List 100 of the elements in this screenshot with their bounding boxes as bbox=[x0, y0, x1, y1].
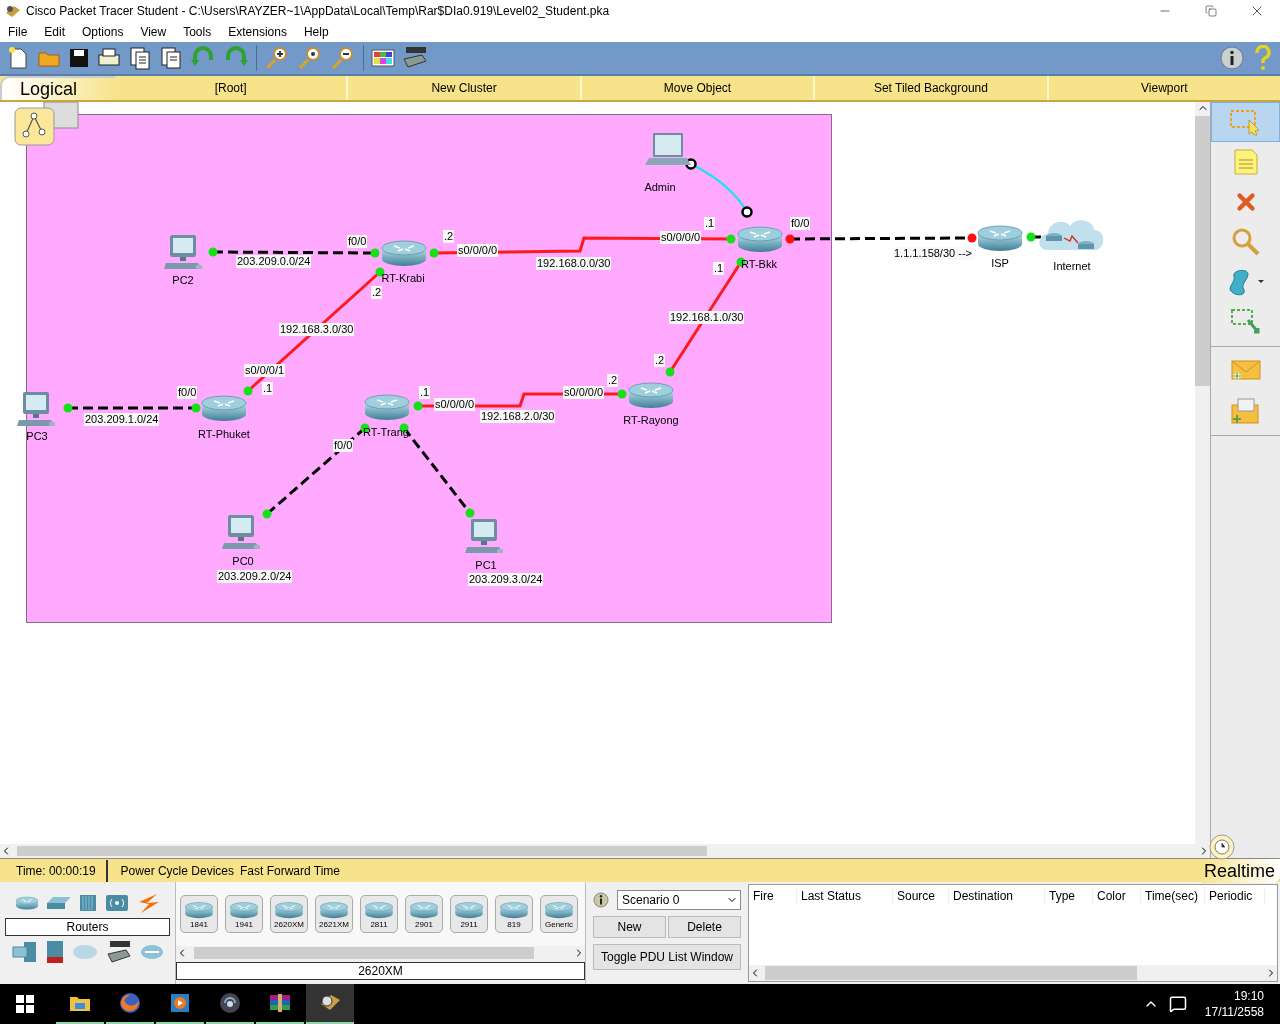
link-label: 203.209.3.0/24 bbox=[468, 573, 544, 586]
time-action-button[interactable]: Power Cycle Devices bbox=[120, 861, 234, 880]
end-device-category-icon[interactable] bbox=[11, 941, 38, 963]
wireless-category-icon[interactable] bbox=[104, 894, 129, 912]
menu-item[interactable]: Help bbox=[303, 23, 329, 41]
archive-books-icon bbox=[269, 993, 291, 1013]
help-icon[interactable] bbox=[1254, 45, 1272, 71]
vertical-scrollbar[interactable] bbox=[1195, 102, 1210, 844]
security-category-icon[interactable] bbox=[45, 940, 64, 964]
zoom-in-icon[interactable] bbox=[264, 46, 290, 70]
window-title: Cisco Packet Tracer Student - C:\Users\RAYZER~1\AppData\Local\Temp\Rar$DIa0.919\Level02_Student.pka bbox=[26, 3, 610, 20]
device-name: Internet bbox=[1053, 260, 1091, 273]
zoom-out-icon[interactable] bbox=[330, 46, 356, 70]
app-icon bbox=[4, 3, 22, 19]
clock-icon[interactable] bbox=[1208, 833, 1236, 861]
link-label: f0/0 bbox=[177, 386, 198, 399]
logical-view-icon[interactable] bbox=[14, 102, 80, 146]
router-model-button[interactable]: 2621XM bbox=[315, 895, 353, 933]
menu-item[interactable]: View bbox=[140, 23, 167, 41]
workspace-button[interactable]: [Root] bbox=[115, 76, 347, 100]
info-icon[interactable] bbox=[593, 892, 609, 908]
router-model-button[interactable]: 2620XM bbox=[270, 895, 308, 933]
switch-category-icon[interactable] bbox=[46, 897, 71, 909]
router-icon bbox=[499, 899, 529, 920]
link-label: 1.1.1.158/30 --> bbox=[893, 247, 973, 260]
paste-icon[interactable] bbox=[159, 46, 183, 70]
router-icon bbox=[409, 899, 439, 920]
scenario-dropdown[interactable]: Scenario 0 bbox=[617, 890, 741, 910]
clock-date: 17/11/2558 bbox=[1204, 1004, 1264, 1020]
router-model-button[interactable]: 819 bbox=[495, 895, 533, 933]
note-icon bbox=[1232, 148, 1259, 176]
hub-category-icon[interactable] bbox=[78, 894, 97, 912]
link-label: s0/0/0/0 bbox=[457, 244, 499, 257]
time-action-button[interactable]: Fast Forward Time bbox=[240, 861, 340, 880]
link-label: f0/0 bbox=[790, 217, 811, 230]
copy-icon[interactable] bbox=[128, 46, 152, 70]
menu-item[interactable]: Options bbox=[82, 23, 124, 41]
laptop-icon bbox=[645, 132, 691, 168]
device-name: RT-Krabi bbox=[381, 272, 425, 285]
restore-icon bbox=[1205, 5, 1217, 17]
scenario-button[interactable]: Delete bbox=[668, 916, 741, 938]
windows-start-icon[interactable] bbox=[16, 995, 34, 1013]
zoom-reset-icon[interactable] bbox=[297, 46, 323, 70]
router-icon bbox=[454, 899, 484, 920]
router-model-button[interactable]: Generic bbox=[540, 895, 578, 933]
link-label: .2 bbox=[443, 230, 455, 243]
column-header: Color bbox=[1093, 887, 1141, 905]
palette-icon[interactable] bbox=[371, 48, 395, 68]
router-icon bbox=[229, 899, 259, 920]
save-icon[interactable] bbox=[68, 47, 90, 69]
menu-item[interactable]: Edit bbox=[44, 23, 66, 41]
router-model-button[interactable]: 2811 bbox=[360, 895, 398, 933]
notification-icon[interactable] bbox=[1168, 995, 1187, 1013]
menu-item[interactable]: File bbox=[8, 23, 28, 41]
device-name: PC0 bbox=[232, 555, 254, 568]
link-label: f0/0 bbox=[347, 235, 368, 248]
device-name: PC3 bbox=[26, 430, 48, 443]
media-player-icon bbox=[170, 993, 190, 1013]
workspace-button[interactable]: New Cluster bbox=[346, 76, 580, 100]
link-label: .1 bbox=[419, 386, 431, 399]
custom-device-icon[interactable] bbox=[105, 940, 132, 964]
workspace-button[interactable]: Viewport bbox=[1046, 76, 1280, 100]
link-label: .1 bbox=[704, 217, 716, 230]
link-label: s0/0/0/1 bbox=[244, 364, 286, 377]
device-name: ISP bbox=[991, 257, 1009, 270]
horizontal-scrollbar[interactable] bbox=[0, 844, 1210, 858]
router-model-button[interactable]: 1941 bbox=[225, 895, 263, 933]
taskbar-app[interactable] bbox=[306, 984, 354, 1024]
router-model-button[interactable]: 2911 bbox=[450, 895, 488, 933]
router-model-button[interactable]: 2901 bbox=[405, 895, 443, 933]
router-category-icon bbox=[14, 895, 39, 911]
router-icon bbox=[184, 899, 214, 920]
menu-item[interactable]: Extensions bbox=[228, 23, 287, 41]
router-icon bbox=[364, 899, 394, 920]
column-header: Type bbox=[1045, 887, 1093, 905]
globe-icon bbox=[119, 992, 141, 1014]
link-label: .2 bbox=[607, 374, 619, 387]
resize-select-icon bbox=[1229, 308, 1262, 336]
multiuser-icon[interactable] bbox=[139, 944, 164, 960]
info-icon[interactable] bbox=[1220, 46, 1244, 70]
workspace-button[interactable]: Set Tiled Background bbox=[813, 76, 1047, 100]
headset-app-icon bbox=[219, 992, 241, 1014]
link-label: .1 bbox=[262, 382, 274, 395]
menu-item[interactable]: Tools bbox=[183, 23, 212, 41]
column-header: Source bbox=[893, 887, 949, 905]
logical-tab[interactable]: Logical bbox=[0, 76, 115, 100]
new-file-icon[interactable] bbox=[6, 46, 30, 70]
router-icon bbox=[976, 223, 1024, 253]
router-icon bbox=[380, 238, 428, 268]
scenario-button[interactable]: New bbox=[593, 916, 666, 938]
realtime-tab[interactable]: Realtime bbox=[1202, 858, 1280, 883]
clock-time: 19:10 bbox=[1233, 988, 1264, 1004]
table-scrollbar[interactable] bbox=[749, 965, 1277, 981]
link-label: s0/0/0/0 bbox=[563, 386, 605, 399]
toggle-pdu-list-button[interactable]: Toggle PDU List Window bbox=[593, 944, 741, 970]
workspace-button[interactable]: Move Object bbox=[579, 76, 814, 100]
link-label: 203.209.2.0/24 bbox=[217, 570, 293, 583]
device-name: RT-Phuket bbox=[198, 428, 250, 441]
router-model-button[interactable]: 1841 bbox=[180, 895, 218, 933]
model-name: 2620XM bbox=[176, 962, 585, 980]
